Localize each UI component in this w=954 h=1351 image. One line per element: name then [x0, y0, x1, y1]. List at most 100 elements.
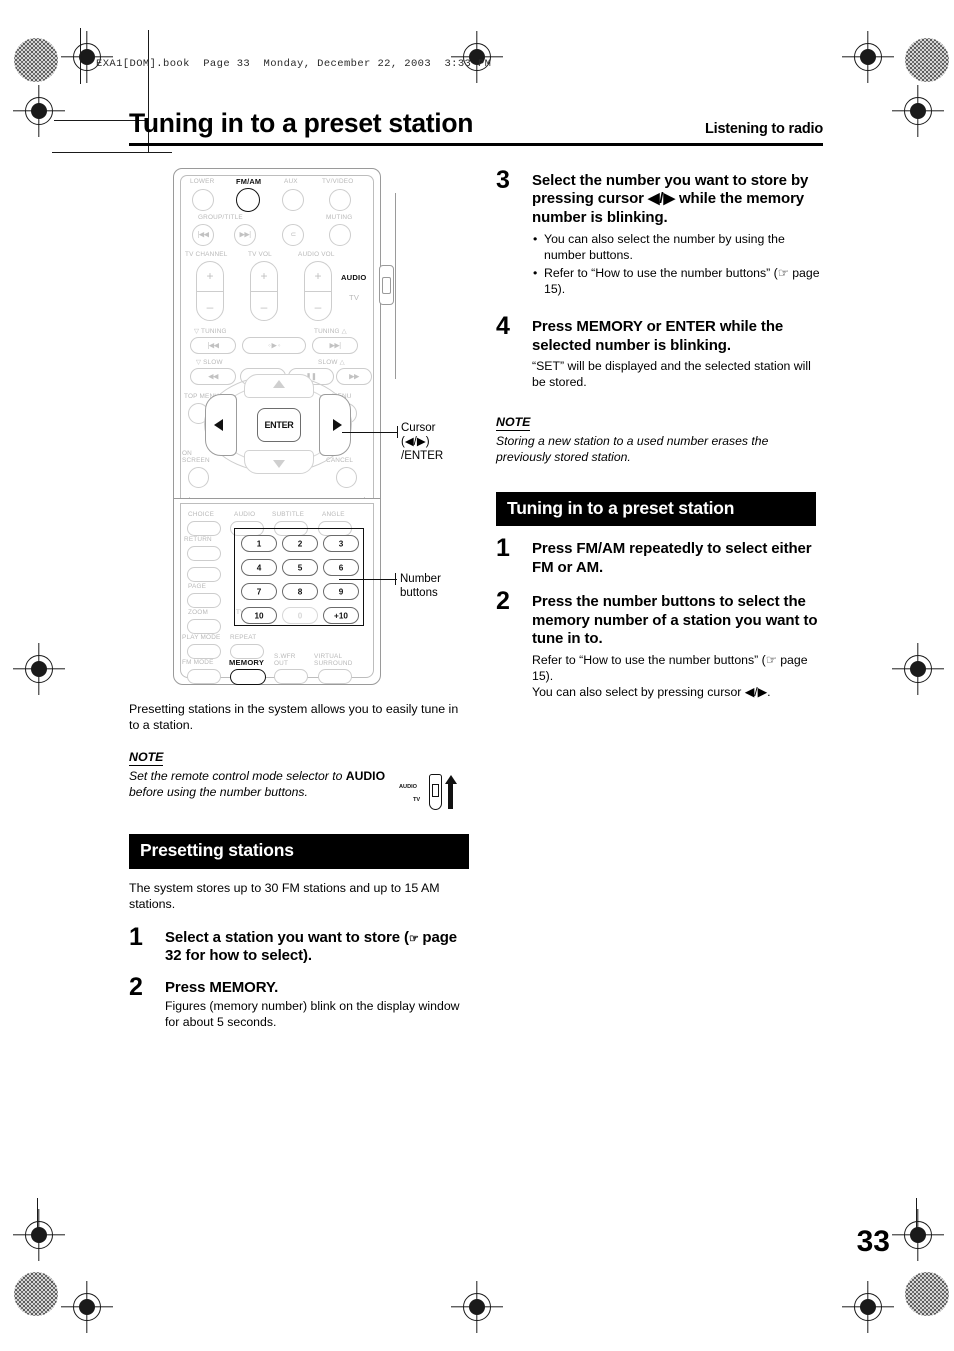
right-step-1: 1 Press FM/AM repeatedly to select eithe… — [496, 536, 826, 577]
remote-upper-body: LOWER FM/AM AUX TV/VIDEO GROUP/TITLE |◀◀… — [173, 168, 396, 501]
left-step-1-text-a: Select a station you want to store ( — [165, 928, 409, 946]
registration-mark-left-lower — [22, 1218, 56, 1252]
remote-button-repeat[interactable] — [230, 644, 264, 659]
remote-label-audio-btn: AUDIO — [234, 511, 256, 518]
left-step-1-number: 1 — [129, 922, 143, 951]
cursor-callout-line3: /ENTER — [401, 450, 444, 463]
remote-button-vfp[interactable] — [187, 567, 221, 582]
number-button-6[interactable]: 6 — [323, 559, 359, 576]
number-button-4[interactable]: 4 — [241, 559, 277, 576]
number-button-3[interactable]: 3 — [323, 535, 359, 552]
number-button-2[interactable]: 2 — [282, 535, 318, 552]
remote-button-fm-am[interactable] — [236, 188, 260, 212]
right-step-1-number: 1 — [496, 534, 510, 563]
registration-mark-right-middle — [901, 652, 935, 686]
remote-label-swfr-out: S.WFR OUT — [274, 653, 296, 667]
number-button-8[interactable]: 8 — [282, 583, 318, 600]
enter-button-label: ENTER — [264, 419, 294, 430]
remote-label-tv-video: TV/VIDEO — [322, 178, 354, 185]
remote-label-aux: AUX — [284, 178, 298, 185]
up-arrow-stem — [448, 782, 453, 809]
right-step-2-sub-1: Refer to “How to use the number buttons”… — [532, 652, 808, 683]
remote-mode-selector-switch[interactable] — [379, 265, 394, 305]
left-intro-paragraph: Presetting stations in the system allows… — [129, 702, 459, 733]
number-button-7[interactable]: 7 — [241, 583, 277, 600]
number-button-0[interactable]: 0 — [282, 607, 318, 624]
remote-button-virtual-surround[interactable] — [318, 669, 352, 684]
remote-button-group-prev[interactable]: |◀◀ — [192, 224, 214, 246]
section-heading-presetting-stations: Presetting stations — [129, 834, 469, 870]
remote-button-memory[interactable] — [230, 669, 266, 685]
registration-mark-bottom-right — [851, 1290, 885, 1324]
number-callout-line2: buttons — [400, 587, 438, 600]
remote-button-swfr-out[interactable] — [274, 669, 308, 684]
remote-button-zoom[interactable] — [187, 619, 221, 634]
remote-label-return: RETURN — [184, 536, 212, 543]
number-callout-leader — [339, 579, 397, 581]
right-step-2: 2 Press the number buttons to select the… — [496, 589, 826, 700]
remote-label-choice: CHOICE — [188, 511, 215, 518]
cursor-cluster: ENTER — [204, 374, 352, 474]
title-rule — [129, 142, 823, 146]
remote-button-lower[interactable] — [192, 189, 214, 211]
number-button-1[interactable]: 1 — [241, 535, 277, 552]
number-button-5[interactable]: 5 — [282, 559, 318, 576]
cursor-callout-line1: Cursor — [401, 422, 436, 434]
remote-button-tuning-up[interactable]: ▶▶| — [312, 337, 358, 354]
remote-label-lower: LOWER — [190, 178, 215, 185]
left-step-2-sub: Figures (memory number) blink on the dis… — [165, 999, 460, 1030]
registration-mark-top-right — [851, 40, 885, 74]
remote-button-tv-video[interactable] — [329, 189, 351, 211]
cursor-callout-line2: (◀/▶) — [401, 436, 430, 449]
remote-button-return[interactable] — [187, 546, 221, 561]
right-note-body: Storing a new station to a used number e… — [496, 434, 769, 464]
number-button-10[interactable]: 10 — [241, 607, 277, 624]
enter-button[interactable]: ENTER — [257, 408, 301, 442]
registration-mark-left-upper — [22, 94, 56, 128]
remote-button-play-mode[interactable] — [187, 644, 221, 659]
number-button-9[interactable]: 9 — [323, 583, 359, 600]
cursor-left-button[interactable] — [205, 394, 237, 456]
halftone-swatch-top-left — [14, 38, 58, 82]
presetting-intro: The system stores up to 30 FM stations a… — [129, 881, 440, 912]
right-note-heading: NOTE — [496, 415, 531, 432]
left-column: LOWER FM/AM AUX TV/VIDEO GROUP/TITLE |◀◀… — [129, 168, 469, 1031]
remote-button-page[interactable] — [187, 593, 221, 608]
remote-button-choice[interactable] — [187, 521, 221, 536]
cursor-left-icon — [214, 419, 223, 431]
number-buttons-group: 1 2 3 4 5 6 7 8 9 10 0 +10 — [234, 528, 364, 626]
left-step-2: 2 Press MEMORY. Figures (memory number) … — [129, 974, 469, 1031]
cursor-up-button[interactable] — [244, 374, 314, 398]
remote-rocker-audio-vol[interactable]: + – — [304, 261, 332, 321]
right-step-1-heading: Press FM/AM repeatedly to select either … — [532, 540, 812, 576]
right-step-3-heading: Select the number you want to store by p… — [532, 172, 809, 226]
remote-rocker-tv-channel[interactable]: + – — [196, 261, 224, 321]
left-note-block: NOTE Set the remote control mode selecto… — [129, 748, 469, 810]
registration-mark-right-lower — [901, 1218, 935, 1252]
remote-rocker-tv-vol[interactable]: + – — [250, 261, 278, 321]
remote-label-tv-channel: TV CHANNEL — [185, 251, 228, 258]
remote-label-slow-down: ▽ SLOW — [196, 359, 223, 366]
cursor-right-icon — [333, 419, 342, 431]
remote-button-fm-mode[interactable] — [187, 669, 221, 684]
remote-button-tuning-down[interactable]: |◀◀ — [190, 337, 236, 354]
registration-mark-left-middle — [22, 652, 56, 686]
right-step-4-number: 4 — [496, 312, 510, 341]
left-note-bold: AUDIO — [345, 768, 386, 783]
tv-vol-plus-icon: + — [260, 269, 268, 283]
remote-button-aux[interactable] — [282, 189, 304, 211]
right-step-2-sub-2: You can also select by pressing cursor ◀… — [532, 684, 771, 699]
registration-mark-bottom-center — [460, 1290, 494, 1324]
remote-button-play[interactable]: ◦ ▶ ◦ — [242, 337, 306, 354]
remote-button-group-next[interactable]: ▶▶| — [234, 224, 256, 246]
remote-label-tuning-down: ▽ TUNING — [194, 328, 227, 335]
number-button-plus-10[interactable]: +10 — [323, 607, 359, 624]
crop-line-br-v — [916, 1198, 918, 1240]
cursor-right-button[interactable] — [319, 394, 351, 456]
remote-button-return-arrow[interactable]: ⊂ — [282, 224, 304, 246]
cursor-down-button[interactable] — [244, 450, 314, 474]
remote-label-tuning-up: TUNING △ — [314, 328, 347, 335]
right-step-2-number: 2 — [496, 587, 510, 616]
tv-channel-divider — [197, 291, 223, 292]
remote-button-muting[interactable] — [329, 224, 351, 246]
